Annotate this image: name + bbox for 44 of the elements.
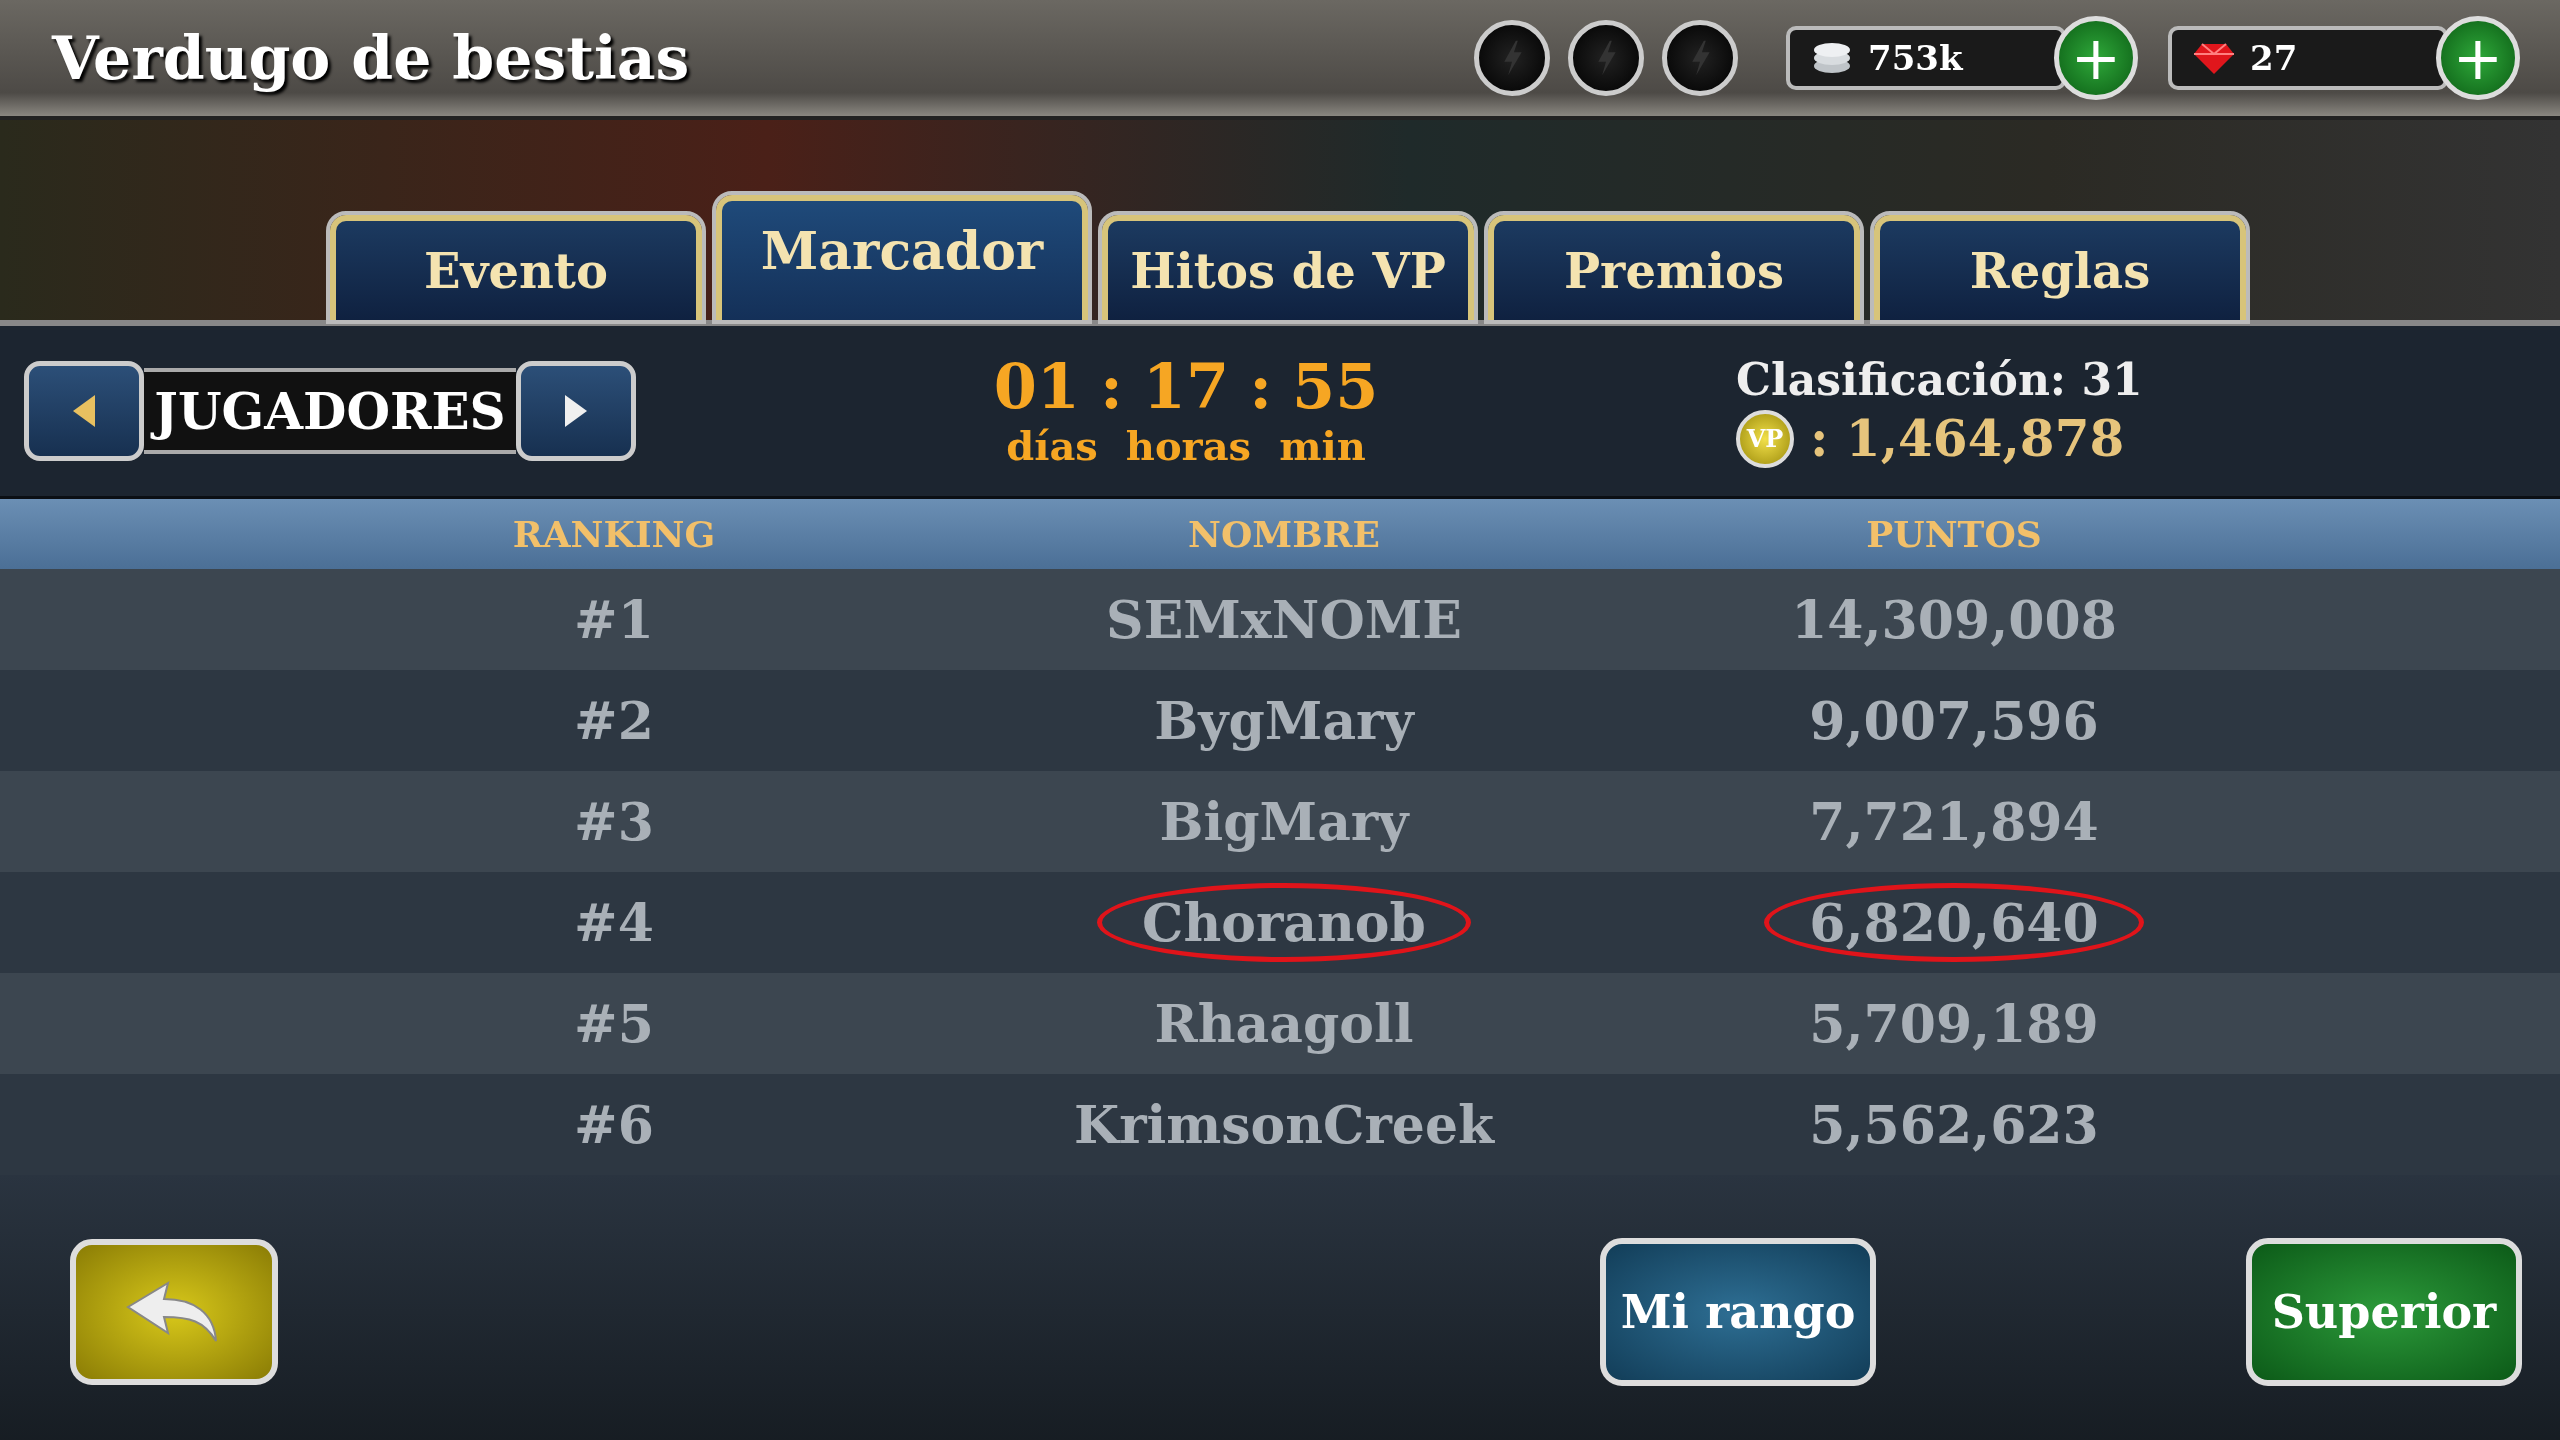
currency-amount: 753k bbox=[1868, 38, 1963, 78]
gem-icon bbox=[2192, 40, 2236, 76]
rank-cell-text: #6 bbox=[573, 1093, 655, 1157]
timer-unit: días bbox=[1006, 421, 1098, 469]
timer-value: 01 bbox=[993, 353, 1080, 422]
category-label: JUGADORES bbox=[144, 368, 516, 454]
top-button[interactable]: Superior bbox=[2246, 1238, 2522, 1386]
previous-button[interactable] bbox=[24, 361, 144, 461]
currency-amount: 27 bbox=[2250, 38, 2298, 78]
next-button[interactable] bbox=[516, 361, 636, 461]
timer-separator: : bbox=[1099, 353, 1123, 422]
timer-value: 17 bbox=[1142, 353, 1230, 422]
back-button[interactable] bbox=[70, 1239, 278, 1385]
timer-unit: min bbox=[1279, 421, 1366, 469]
name-cell-text: Rhaagoll bbox=[1153, 992, 1415, 1056]
name-cell-text: BigMary bbox=[1158, 790, 1411, 854]
points-cell-text: 7,721,894 bbox=[1808, 790, 2100, 854]
column-header: PUNTOS bbox=[1866, 513, 2042, 555]
points-cell: 6,820,640 bbox=[1764, 883, 2144, 962]
points-cell-text: 14,309,008 bbox=[1790, 588, 2118, 652]
column-header: RANKING bbox=[512, 513, 716, 555]
rank-cell-text: #2 bbox=[573, 689, 655, 753]
vp-badge: VP bbox=[1736, 409, 1794, 468]
timer-value: 55 bbox=[1292, 353, 1379, 422]
column-header: NOMBRE bbox=[1188, 513, 1380, 555]
my-rank-button[interactable]: Mi rango bbox=[1600, 1238, 1876, 1386]
ranking-label: Clasificación: 31 bbox=[1736, 354, 2143, 405]
add-button[interactable]: + bbox=[2054, 16, 2138, 100]
points-cell-text: 5,562,623 bbox=[1808, 1093, 2100, 1157]
rank-cell-text: #5 bbox=[573, 992, 655, 1056]
points-cell-text: 5,709,189 bbox=[1808, 992, 2100, 1056]
name-cell-text: BygMary bbox=[1153, 689, 1416, 753]
add-button[interactable]: + bbox=[2436, 16, 2520, 100]
name-cell-text: SEMxNOME bbox=[1105, 588, 1463, 652]
screen-title: Verdugo de bestias bbox=[52, 23, 691, 93]
vp-points: : 1,464,878 bbox=[1810, 409, 2125, 468]
name-cell-text: KrimsonCreek bbox=[1072, 1093, 1496, 1157]
timer-separator: : bbox=[1249, 353, 1273, 422]
points-cell-text: 9,007,596 bbox=[1808, 689, 2100, 753]
name-cell: Choranob bbox=[1097, 883, 1471, 962]
rank-cell-text: #3 bbox=[573, 790, 655, 854]
rank-cell-text: #4 bbox=[573, 891, 655, 955]
timer-unit: horas bbox=[1125, 421, 1252, 469]
rank-cell-text: #1 bbox=[573, 588, 655, 652]
